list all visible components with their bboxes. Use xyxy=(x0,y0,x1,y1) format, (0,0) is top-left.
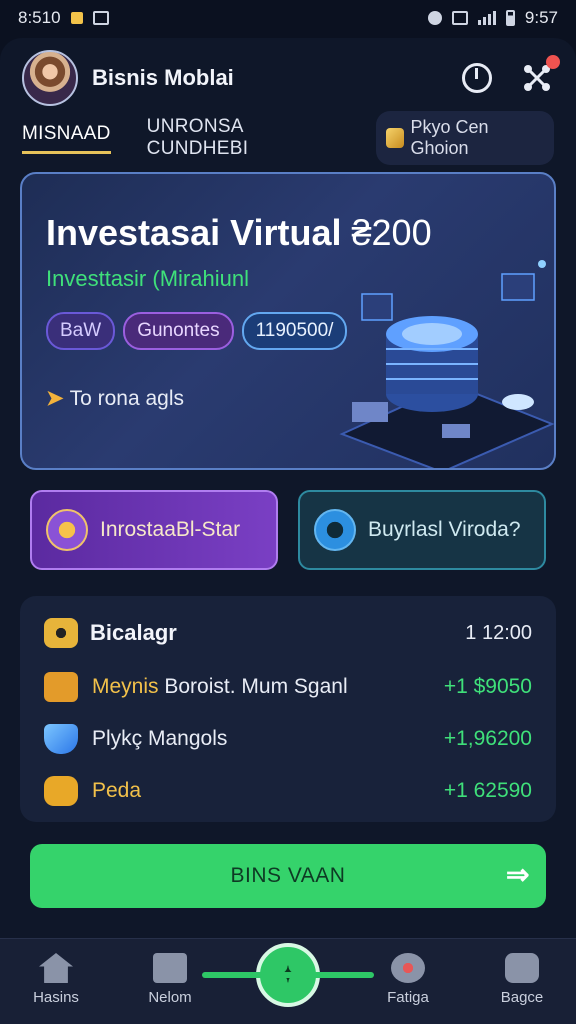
nav-home-label: Hasins xyxy=(33,989,79,1006)
stack-icon xyxy=(505,953,539,983)
nav-bagce-label: Bagce xyxy=(500,989,544,1006)
arrow-right-icon: ⇒ xyxy=(506,859,530,890)
avatar[interactable] xyxy=(22,50,78,106)
nav-home[interactable]: Hasins xyxy=(8,953,104,1006)
list-item-text: Boroist. Mum Sganl xyxy=(158,675,348,698)
status-time-right: 9:57 xyxy=(524,8,558,27)
panel-title: Bicalagr xyxy=(90,620,177,645)
badge-group: BaW Gunontes 1190500/ xyxy=(46,312,348,350)
wallet-icon xyxy=(314,509,356,551)
list-item-label: Meynis Boroist. Mum Sganl xyxy=(92,675,348,699)
server-illustration xyxy=(339,260,554,468)
virtual-purchase-button[interactable]: Buyrlasl Viroda? xyxy=(298,490,546,570)
share-icon[interactable] xyxy=(520,55,560,95)
vibrate-icon xyxy=(451,11,468,25)
list-item[interactable]: Plykç Mangols +1,96200 xyxy=(44,724,532,754)
list-item-value: +1 $9050 xyxy=(443,675,532,698)
hero-subtitle: Investtasir (Mirahiunl xyxy=(46,266,249,291)
badge-gunontes[interactable]: Gunontes xyxy=(123,312,234,350)
power-icon[interactable] xyxy=(462,63,492,93)
list-item-highlight: Meynis xyxy=(92,675,159,698)
list-item-label: Peda xyxy=(92,779,141,803)
record-icon xyxy=(391,953,425,983)
panel-time: 1 12:00 xyxy=(465,621,532,644)
notification-icon xyxy=(70,12,83,24)
shield-icon xyxy=(44,724,78,754)
list-item-label: Plykç Mangols xyxy=(92,727,227,751)
nav-fatiga-label: Fatiga xyxy=(387,989,429,1006)
panel-header: Bicalagr 1 12:00 xyxy=(44,618,532,648)
hero-title-text: Investasai Virtual xyxy=(46,212,342,253)
hero-card[interactable]: Investasai Virtual ₴200 Investtasir (Mir… xyxy=(20,172,556,470)
home-icon xyxy=(39,953,73,983)
virtual-purchase-label: Buyrlasl Viroda? xyxy=(368,518,521,541)
tab-unronsa[interactable]: UNRONSA CUNDHEBI xyxy=(147,116,340,160)
invest-star-button[interactable]: InrostaaBl-Star xyxy=(30,490,278,570)
nav-messages[interactable]: Nelom xyxy=(122,953,218,1006)
signal-icon xyxy=(477,11,496,25)
badge-baw[interactable]: BaW xyxy=(46,312,116,350)
nav-bagce[interactable]: Bagce xyxy=(474,953,570,1006)
rocket-icon xyxy=(46,509,88,551)
notification-badge xyxy=(546,55,560,69)
list-item-highlight: Peda xyxy=(92,779,142,802)
bottom-nav: Hasins Nelom ✦ Fatiga Bagce xyxy=(0,938,576,1024)
hexagon-icon xyxy=(44,776,78,806)
alarm-icon xyxy=(427,11,442,25)
nav-fatiga[interactable]: Fatiga xyxy=(360,953,456,1006)
app-title: Bisnis Moblai xyxy=(92,65,234,90)
list-item-value: +1,96200 xyxy=(443,727,532,750)
cube-icon xyxy=(385,128,405,148)
image-icon xyxy=(92,11,109,25)
mail-icon xyxy=(153,953,187,983)
header: Bisnis Moblai xyxy=(22,48,560,108)
nav-messages-label: Nelom xyxy=(148,989,192,1006)
list-item[interactable]: Peda +1 62590 xyxy=(44,776,532,806)
document-icon xyxy=(44,672,78,702)
home-indicator xyxy=(202,972,374,978)
tab-misnaad[interactable]: MISNAAD xyxy=(22,123,111,154)
activity-panel: Bicalagr 1 12:00 Meynis Boroist. Mum Sga… xyxy=(20,596,556,822)
battery-icon xyxy=(505,10,515,26)
primary-cta-button[interactable]: BINS VAAN ⇒ xyxy=(30,844,546,908)
status-bar: 8:510 9:57 xyxy=(0,0,576,36)
hero-link-label: To rona agls xyxy=(69,386,185,410)
cta-label: BINS VAAN xyxy=(230,864,346,887)
list-item-text: Plykç Mangols xyxy=(92,727,228,750)
list-item[interactable]: Meynis Boroist. Mum Sganl +1 $9050 xyxy=(44,672,532,702)
coin-icon xyxy=(44,618,78,648)
list-item-value: +1 62590 xyxy=(443,779,532,802)
invest-star-label: InrostaaBl-Star xyxy=(100,518,241,541)
tab-chip[interactable]: Pkyo Cen Ghoion xyxy=(375,111,554,165)
arrow-right-icon: ➤ xyxy=(46,387,64,410)
status-time: 8:510 xyxy=(18,8,61,27)
app-screen: Bisnis Moblai MISNAAD UNRONSA CUNDHEBI P… xyxy=(0,38,576,1024)
tab-chip-label: Pkyo Cen Ghoion xyxy=(410,117,489,158)
tab-bar: MISNAAD UNRONSA CUNDHEBI Pkyo Cen Ghoion xyxy=(22,111,554,165)
hero-link[interactable]: ➤ To rona agls xyxy=(46,386,184,411)
